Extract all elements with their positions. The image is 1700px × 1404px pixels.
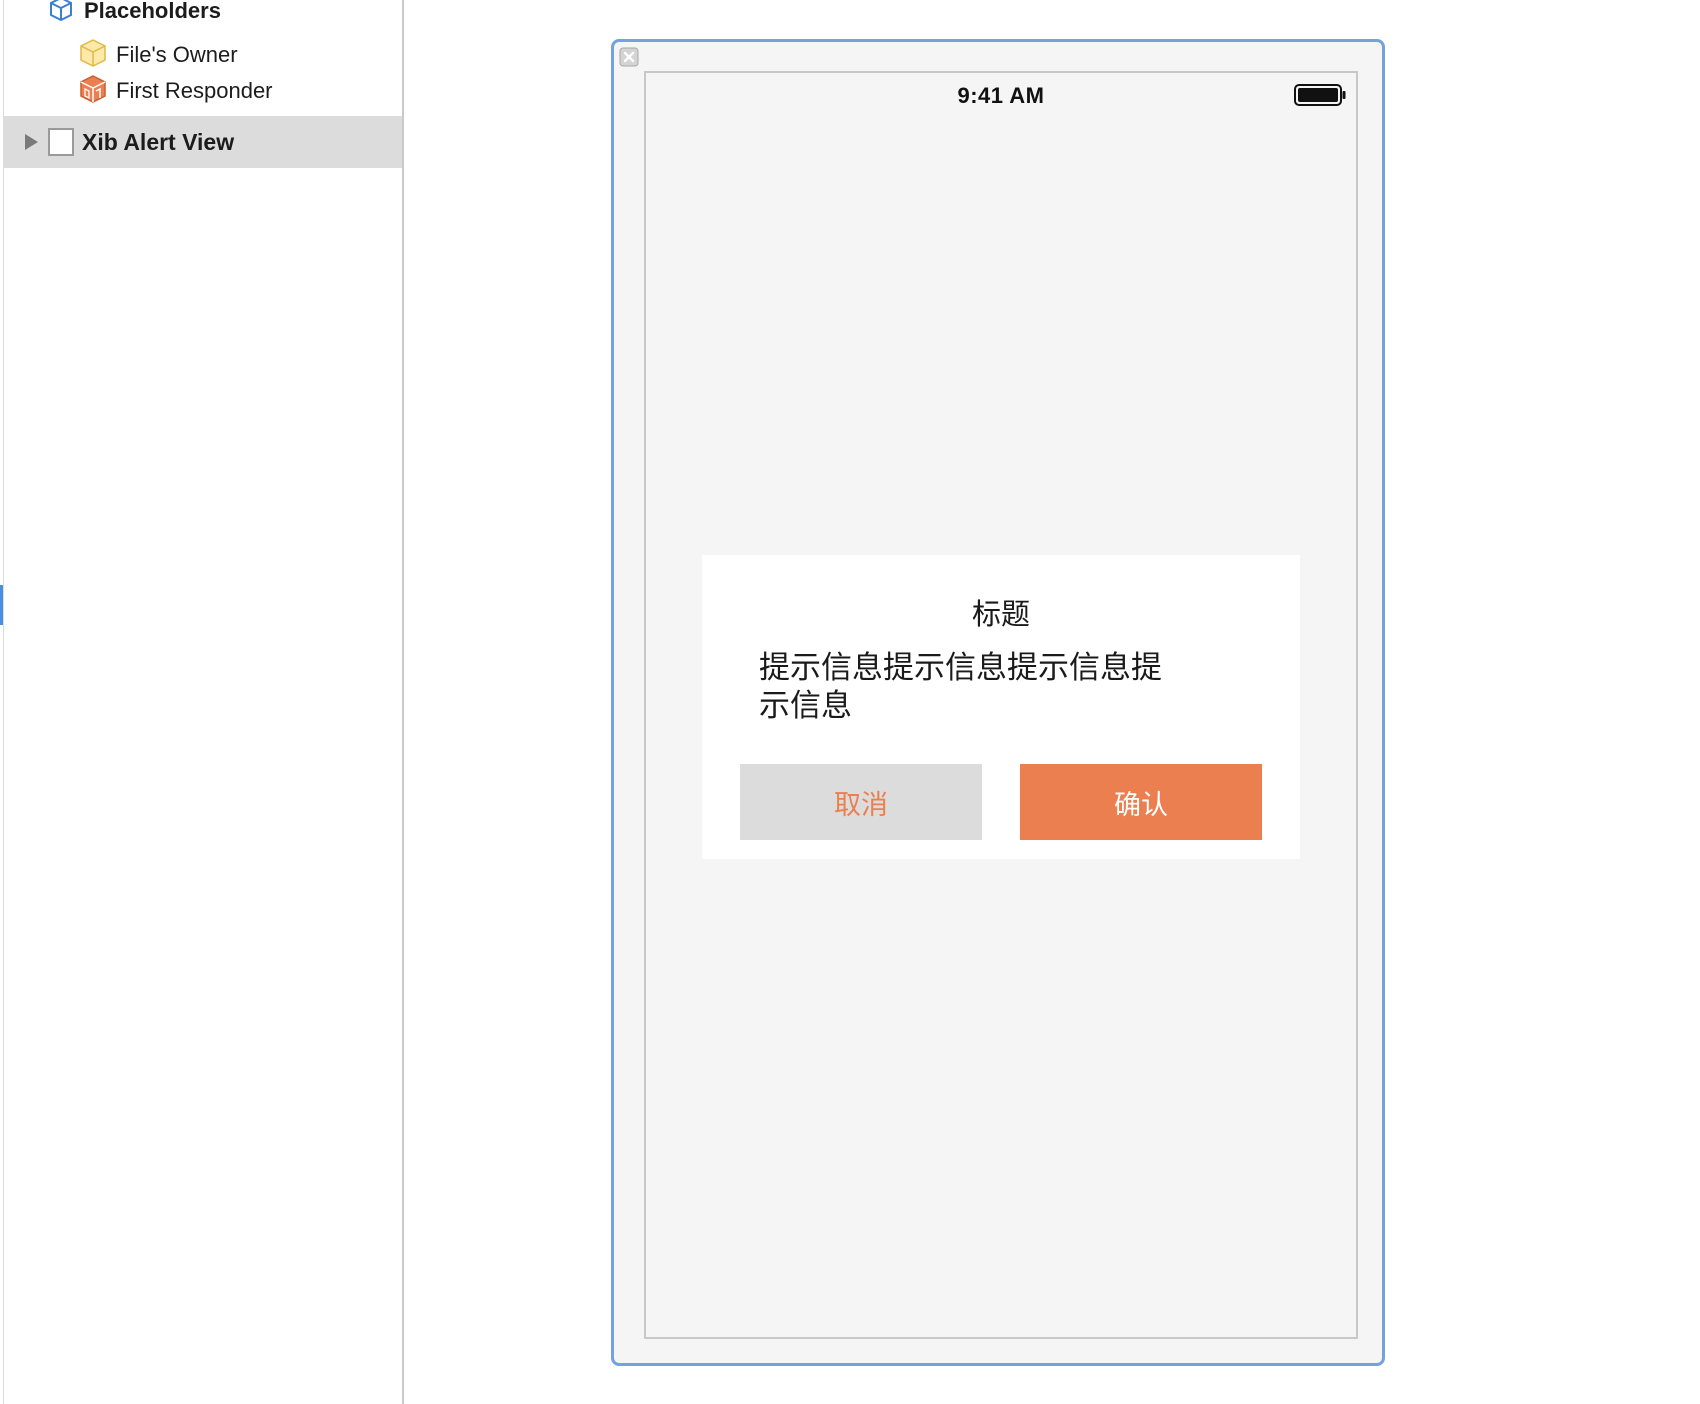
alert-message: 提示信息提示信息提示信息提 示信息 — [759, 649, 1199, 725]
cube-outline-icon — [48, 0, 74, 27]
outline-item-files-owner[interactable]: File's Owner — [78, 38, 238, 72]
confirm-button[interactable]: 确认 — [1020, 764, 1262, 840]
placeholders-label: Placeholders — [84, 0, 221, 23]
document-outline-panel: Placeholders File's Owner First Responde… — [0, 0, 404, 1404]
orange-cube-icon — [78, 74, 108, 109]
panel-edge-marker — [0, 585, 3, 625]
yellow-cube-icon — [78, 38, 108, 73]
xib-alert-view-label: Xib Alert View — [82, 128, 235, 155]
alert-message-line-2: 示信息 — [759, 688, 852, 723]
status-bar-time: 9:41 AM — [957, 83, 1045, 108]
view-square-icon — [48, 128, 74, 156]
outline-item-first-responder[interactable]: First Responder — [78, 74, 273, 108]
cancel-button[interactable]: 取消 — [740, 764, 982, 840]
panel-edge-line — [3, 0, 4, 1404]
alert-message-line-1: 提示信息提示信息提示信息提 — [759, 650, 1162, 685]
battery-icon — [1294, 83, 1346, 107]
alert-title: 标题 — [971, 599, 1030, 631]
first-responder-label: First Responder — [116, 78, 273, 103]
device-screen: 9:41 AM 标题 提示信息提示信息提示信息提 示信息 取消 确认 — [644, 71, 1358, 1339]
outline-item-xib-alert-view[interactable]: Xib Alert View — [4, 116, 402, 168]
disclosure-triangle-icon[interactable] — [20, 131, 42, 153]
close-icon[interactable] — [618, 46, 640, 68]
files-owner-label: File's Owner — [116, 42, 238, 67]
scene-frame[interactable]: 9:41 AM 标题 提示信息提示信息提示信息提 示信息 取消 确认 — [611, 39, 1385, 1366]
outline-item-placeholders[interactable]: Placeholders — [48, 0, 221, 26]
alert-view: 标题 提示信息提示信息提示信息提 示信息 取消 确认 — [702, 555, 1300, 859]
